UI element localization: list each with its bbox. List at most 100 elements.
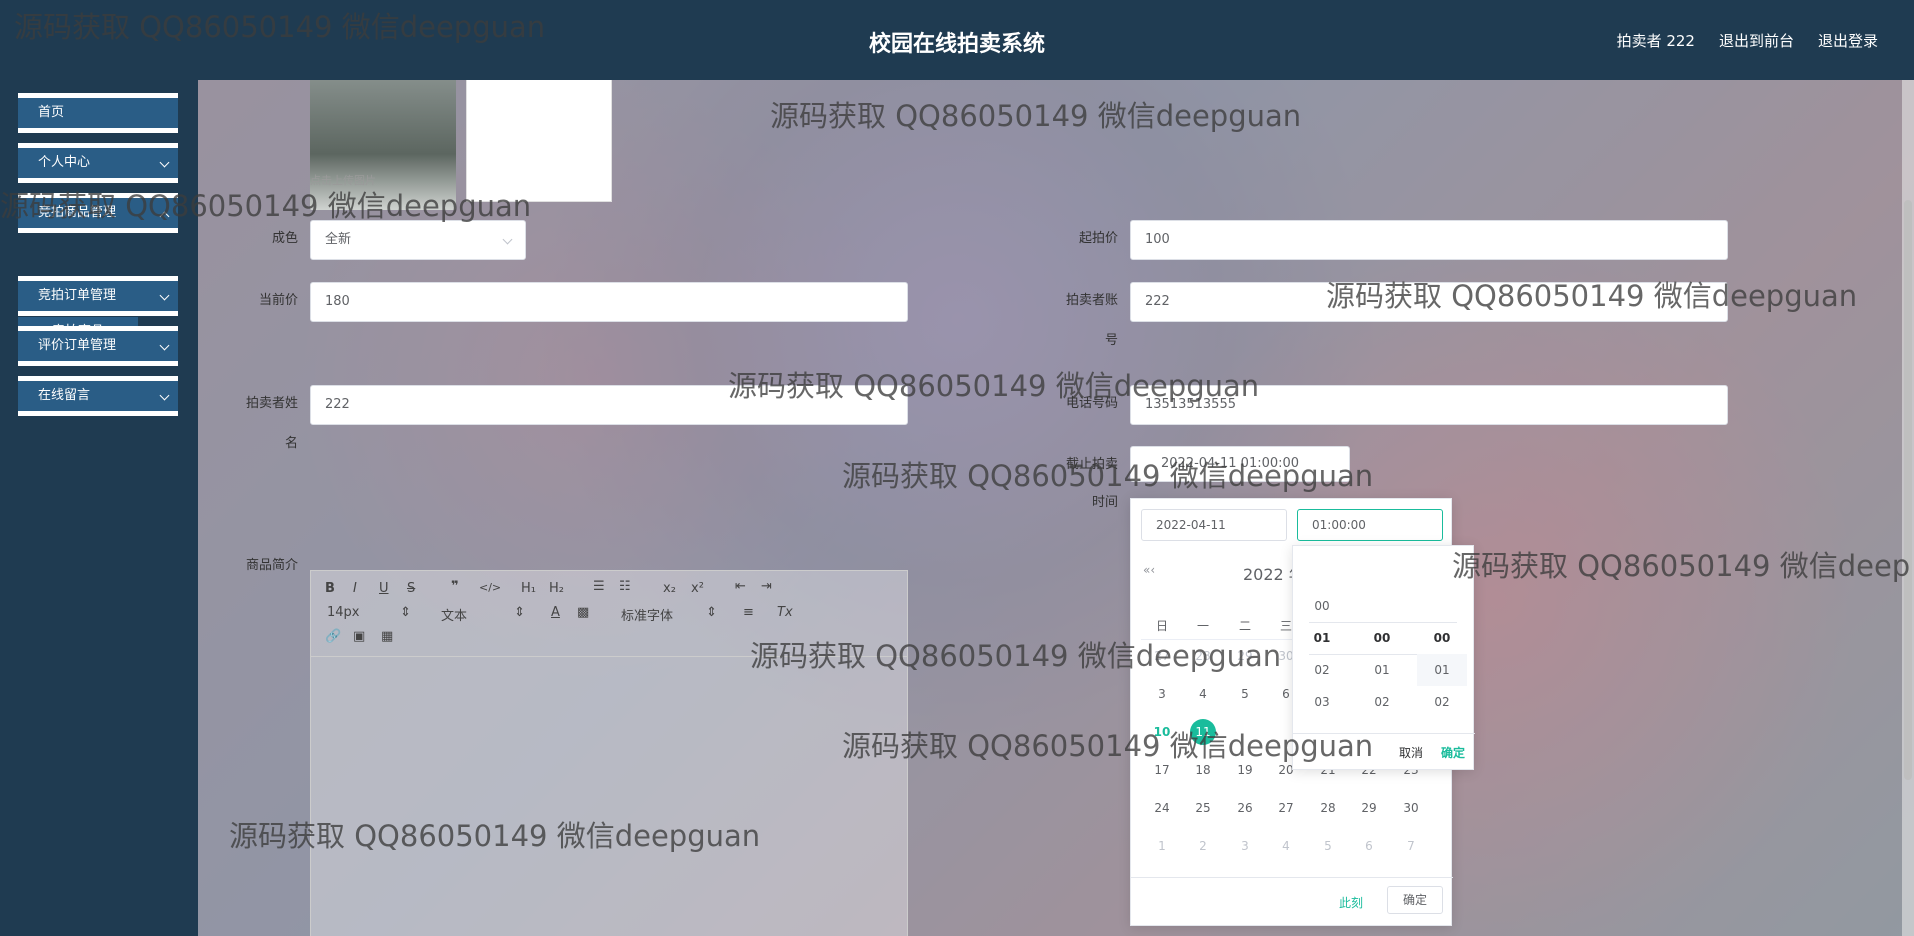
time-confirm-button[interactable]: 确定 bbox=[1441, 744, 1465, 761]
calendar-day[interactable]: 28 bbox=[1313, 801, 1343, 815]
calendar-day[interactable]: 26 bbox=[1230, 801, 1260, 815]
calendar-day[interactable]: 30 bbox=[1396, 801, 1426, 815]
italic-icon[interactable]: I bbox=[353, 581, 357, 596]
time-cancel-button[interactable]: 取消 bbox=[1399, 744, 1423, 761]
condition-select[interactable]: 全新 bbox=[310, 220, 526, 260]
seller-name-input[interactable]: 222 bbox=[310, 385, 908, 425]
calendar-day[interactable]: 24 bbox=[1147, 801, 1177, 815]
calendar-day[interactable]: 18 bbox=[1188, 763, 1218, 777]
link-icon[interactable]: 🔗 bbox=[325, 629, 341, 644]
goods-image-thumbnail[interactable] bbox=[310, 80, 456, 210]
sidebar-item-auction-orders[interactable]: 竞拍订单管理 bbox=[18, 276, 178, 316]
font-color-icon[interactable]: A bbox=[551, 605, 560, 620]
ordered-list-icon[interactable]: ☰ bbox=[593, 579, 605, 594]
deadline-label-line2: 时间 bbox=[1091, 495, 1118, 510]
picker-confirm-button[interactable]: 确定 bbox=[1387, 886, 1443, 914]
page-scrollbar[interactable] bbox=[1902, 80, 1914, 936]
current-price-input[interactable]: 180 bbox=[310, 282, 908, 322]
hour-option[interactable]: 00 bbox=[1297, 590, 1347, 622]
font-family-select[interactable]: 标准字体 ⇕ bbox=[621, 605, 717, 624]
main-content: 点击上传图片 成色 全新 起拍价 100 当前价 180 拍卖者账号 222 拍… bbox=[198, 80, 1914, 936]
minute-option-selected[interactable]: 00 bbox=[1357, 622, 1407, 654]
current-user-label: 拍卖者 222 bbox=[1616, 32, 1695, 50]
calendar-day[interactable]: 28 bbox=[1188, 649, 1218, 663]
prev-year-month-icon[interactable]: «‹ bbox=[1143, 563, 1155, 577]
calendar-day[interactable]: 29 bbox=[1230, 649, 1260, 663]
start-price-input[interactable]: 100 bbox=[1130, 220, 1728, 260]
calendar-day[interactable]: 1 bbox=[1147, 839, 1177, 853]
deadline-label-line1: 截止拍卖 bbox=[1065, 457, 1118, 472]
hour-option-selected[interactable]: 01 bbox=[1297, 622, 1347, 654]
scrollbar-thumb[interactable] bbox=[1904, 200, 1912, 780]
clear-format-icon[interactable]: Tx bbox=[777, 605, 793, 620]
second-option-selected[interactable]: 00 bbox=[1417, 622, 1467, 654]
image-upload-slot[interactable] bbox=[466, 80, 612, 202]
minute-column[interactable]: 00 01 02 bbox=[1357, 622, 1407, 718]
calendar-day-selected[interactable]: 11 bbox=[1190, 719, 1216, 745]
align-icon[interactable]: ≡ bbox=[743, 605, 754, 620]
block-format-select[interactable]: 文本 ⇕ bbox=[441, 605, 525, 624]
superscript-icon[interactable]: x² bbox=[691, 581, 704, 596]
heading2-icon[interactable]: H₂ bbox=[549, 581, 564, 596]
underline-icon[interactable]: U bbox=[379, 581, 389, 596]
background-color-icon[interactable]: ▩ bbox=[577, 605, 589, 620]
picker-date-input[interactable]: 2022-04-11 bbox=[1141, 509, 1287, 541]
calendar-day[interactable]: 4 bbox=[1271, 839, 1301, 853]
blockquote-icon[interactable]: ❞ bbox=[451, 579, 459, 594]
deadline-input[interactable]: 2022-04-11 01:00:00 bbox=[1130, 446, 1350, 482]
start-price-label: 起拍价 bbox=[1078, 231, 1118, 246]
calendar-day-today[interactable]: 10 bbox=[1147, 725, 1177, 739]
seller-account-label: 拍卖者账号 bbox=[1048, 292, 1118, 350]
condition-select-value: 全新 bbox=[325, 232, 352, 247]
indent-icon[interactable]: ⇥ bbox=[761, 579, 772, 594]
video-icon[interactable]: ▦ bbox=[381, 629, 393, 644]
second-column[interactable]: 00 01 02 bbox=[1417, 622, 1467, 718]
select-arrows-icon: ⇕ bbox=[514, 605, 525, 620]
sidebar-item-review-orders[interactable]: 评价订单管理 bbox=[18, 326, 178, 366]
strikethrough-icon[interactable]: S bbox=[407, 581, 415, 596]
seller-account-label-line1: 拍卖者账 bbox=[1065, 293, 1118, 308]
heading1-icon[interactable]: H₁ bbox=[521, 581, 536, 596]
calendar-day[interactable]: 6 bbox=[1354, 839, 1384, 853]
picker-time-input[interactable]: 01:00:00 bbox=[1297, 509, 1443, 541]
calendar-day[interactable]: 29 bbox=[1354, 801, 1384, 815]
second-option[interactable]: 02 bbox=[1417, 686, 1467, 718]
top-header: 校园在线拍卖系统 拍卖者 222 退出到前台 退出登录 bbox=[0, 0, 1914, 80]
outdent-icon[interactable]: ⇤ bbox=[735, 579, 746, 594]
second-option-hover[interactable]: 01 bbox=[1417, 654, 1467, 686]
exit-to-front-link[interactable]: 退出到前台 bbox=[1719, 30, 1794, 51]
calendar-day[interactable]: 19 bbox=[1230, 763, 1260, 777]
calendar-day[interactable]: 7 bbox=[1396, 839, 1426, 853]
calendar-day[interactable]: 17 bbox=[1147, 763, 1177, 777]
hour-column[interactable]: 00 01 02 03 bbox=[1297, 590, 1347, 718]
code-icon[interactable]: </> bbox=[479, 581, 501, 594]
calendar-day[interactable]: 27 bbox=[1271, 801, 1301, 815]
sidebar-item-personal-center[interactable]: 个人中心 bbox=[18, 143, 178, 183]
image-icon[interactable]: ▣ bbox=[353, 629, 365, 644]
font-size-select[interactable]: 14px ⇕ bbox=[327, 605, 411, 620]
minute-option[interactable]: 01 bbox=[1357, 654, 1407, 686]
bold-icon[interactable]: B bbox=[325, 581, 335, 596]
sidebar-item-messages[interactable]: 在线留言 bbox=[18, 376, 178, 416]
phone-input[interactable]: 13513513555 bbox=[1130, 385, 1728, 425]
now-button[interactable]: 此刻 bbox=[1339, 894, 1363, 911]
hour-option[interactable]: 02 bbox=[1297, 654, 1347, 686]
rich-text-editor[interactable]: B I U S ❞ </> H₁ H₂ ☰ ☷ x₂ x² ⇤ ⇥ 14px ⇕ … bbox=[310, 570, 908, 936]
seller-account-input[interactable]: 222 bbox=[1130, 282, 1728, 322]
sidebar-item-auction-goods[interactable]: 竞拍商品管理 bbox=[18, 193, 178, 233]
logout-link[interactable]: 退出登录 bbox=[1818, 30, 1878, 51]
calendar-day[interactable]: 27 bbox=[1147, 649, 1177, 663]
calendar-day[interactable]: 25 bbox=[1188, 801, 1218, 815]
hour-option[interactable]: 03 bbox=[1297, 686, 1347, 718]
bullet-list-icon[interactable]: ☷ bbox=[619, 579, 631, 594]
subscript-icon[interactable]: x₂ bbox=[663, 581, 676, 596]
calendar-day[interactable]: 5 bbox=[1313, 839, 1343, 853]
sidebar-item-home[interactable]: 首页 bbox=[18, 93, 178, 133]
calendar-day[interactable]: 3 bbox=[1147, 687, 1177, 701]
calendar-day[interactable]: 2 bbox=[1188, 839, 1218, 853]
minute-option[interactable]: 02 bbox=[1357, 686, 1407, 718]
calendar-day[interactable]: 4 bbox=[1188, 687, 1218, 701]
calendar-day[interactable]: 3 bbox=[1230, 839, 1260, 853]
calendar-day[interactable]: 5 bbox=[1230, 687, 1260, 701]
chevron-up-icon bbox=[159, 211, 170, 222]
